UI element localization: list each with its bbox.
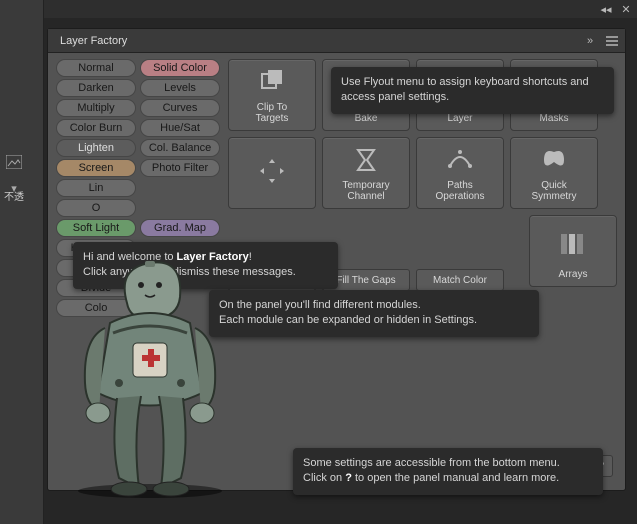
panel-header: Layer Factory » xyxy=(48,29,625,53)
blend-lighten[interactable]: Lighten xyxy=(56,139,136,157)
blend-lin[interactable]: Lin xyxy=(56,179,136,197)
module-paths[interactable]: PathsOperations xyxy=(416,137,504,209)
tip-modules: On the panel you'll find different modul… xyxy=(209,290,539,337)
panel-title: Layer Factory xyxy=(54,35,583,47)
blend-soft-light[interactable]: Soft Light xyxy=(56,219,136,237)
arrays-icon xyxy=(559,216,587,263)
module-hourglass[interactable]: TemporaryChannel xyxy=(322,137,410,209)
adjust-curves[interactable]: Curves xyxy=(140,99,220,117)
image-icon[interactable] xyxy=(4,152,24,172)
adjust-levels[interactable]: Levels xyxy=(140,79,220,97)
blend-colo[interactable]: Colo xyxy=(56,299,136,317)
adjust-photo-filter[interactable]: Photo Filter xyxy=(140,159,220,177)
host-close-icon[interactable]: ✕ xyxy=(619,2,633,16)
host-left-strip: ▾ 不透 xyxy=(0,0,44,524)
module-clip[interactable]: Clip ToTargets xyxy=(228,59,316,131)
clip-icon xyxy=(258,60,286,96)
tip-welcome: Hi and welcome to Layer Factory! Click a… xyxy=(73,242,338,289)
host-top-strip: ◂◂ ✕ xyxy=(0,0,637,18)
blend-multiply[interactable]: Multiply xyxy=(56,99,136,117)
chevrons-right-icon[interactable]: » xyxy=(583,34,597,48)
blend-screen[interactable]: Screen xyxy=(56,159,136,177)
module-butterfly[interactable]: QuickSymmetry xyxy=(510,137,598,209)
butterfly-icon xyxy=(540,138,568,174)
adjust-grad-map[interactable]: Grad. Map xyxy=(140,219,220,237)
hourglass-icon xyxy=(352,138,380,174)
flyout-menu-icon[interactable] xyxy=(605,34,619,48)
tip-bottom: Some settings are accessible from the bo… xyxy=(293,448,603,495)
move-icon xyxy=(258,138,286,196)
module-match-color[interactable]: Match Color xyxy=(416,269,504,291)
blend-color-burn[interactable]: Color Burn xyxy=(56,119,136,137)
adjust-solid-color[interactable]: Solid Color xyxy=(140,59,220,77)
blend-normal[interactable]: Normal xyxy=(56,59,136,77)
module-arrays[interactable]: Arrays xyxy=(529,215,617,287)
adjust-hue-sat[interactable]: Hue/Sat xyxy=(140,119,220,137)
module-move[interactable] xyxy=(228,137,316,209)
blend-darken[interactable]: Darken xyxy=(56,79,136,97)
blend-o[interactable]: O xyxy=(56,199,136,217)
tip-flyout: Use Flyout menu to assign keyboard short… xyxy=(331,67,614,114)
host-left-label: 不透 xyxy=(4,188,24,203)
adjust-col-balance[interactable]: Col. Balance xyxy=(140,139,220,157)
paths-icon xyxy=(446,138,474,174)
host-collapse-icon[interactable]: ◂◂ xyxy=(599,2,613,16)
